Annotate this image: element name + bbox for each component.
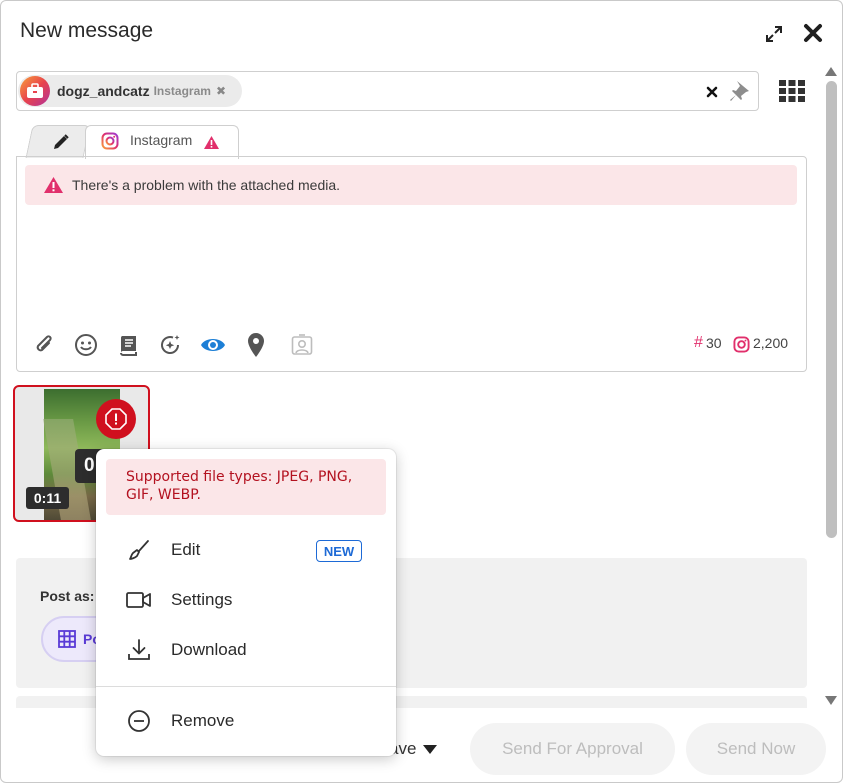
minus-circle-icon bbox=[126, 708, 152, 734]
menu-item-label: Remove bbox=[171, 711, 235, 730]
grid-menu-icon[interactable] bbox=[777, 77, 807, 105]
scrollbar-thumb[interactable] bbox=[826, 81, 837, 538]
warning-triangle-icon bbox=[203, 135, 219, 149]
grid-post-icon bbox=[57, 629, 77, 649]
library-book-icon[interactable] bbox=[114, 331, 142, 359]
character-count: 2,200 bbox=[753, 335, 789, 351]
close-icon[interactable] bbox=[801, 21, 825, 45]
paperclip-icon[interactable] bbox=[30, 331, 58, 359]
menu-item-settings[interactable]: Settings bbox=[96, 576, 396, 624]
menu-item-remove[interactable]: Remove bbox=[96, 697, 396, 745]
menu-divider bbox=[96, 686, 396, 687]
pencil-icon bbox=[49, 131, 73, 153]
smiley-icon[interactable] bbox=[72, 331, 100, 359]
dialog-title: New message bbox=[20, 19, 154, 42]
save-button[interactable]: ave bbox=[389, 739, 438, 759]
alert-warning-icon bbox=[44, 177, 63, 193]
profile-name: dogz_andcatz bbox=[57, 83, 150, 99]
profile-avatar bbox=[20, 76, 50, 106]
hashtag-count: 30 bbox=[706, 335, 722, 351]
menu-item-edit[interactable]: Edit NEW bbox=[96, 526, 396, 574]
hashtag-icon: # bbox=[694, 334, 703, 351]
profile-chip[interactable]: dogz_andcatz Instagram ✖ bbox=[18, 75, 242, 107]
location-pin-icon[interactable] bbox=[242, 331, 270, 359]
user-tag-icon[interactable] bbox=[288, 331, 316, 359]
menu-item-label: Settings bbox=[171, 590, 233, 609]
alert-text: There's a problem with the attached medi… bbox=[72, 177, 341, 193]
remove-profile-icon[interactable]: ✖ bbox=[216, 84, 226, 98]
error-octagon-icon bbox=[96, 399, 136, 439]
send-for-approval-button[interactable]: Send For Approval bbox=[470, 723, 675, 775]
profile-network: Instagram bbox=[153, 84, 211, 98]
video-camera-icon bbox=[126, 587, 152, 613]
ai-sparkle-icon[interactable] bbox=[156, 331, 184, 359]
preview-eye-icon[interactable] bbox=[198, 331, 228, 359]
brush-icon bbox=[126, 537, 152, 563]
expand-arrows-icon[interactable] bbox=[763, 23, 785, 45]
supported-types-notice: Supported file types: JPEG, PNG, GIF, WE… bbox=[106, 459, 386, 515]
pushpin-icon[interactable] bbox=[727, 77, 753, 105]
scroll-down-arrow-icon[interactable] bbox=[825, 692, 837, 710]
chevron-down-icon bbox=[423, 745, 438, 754]
download-icon bbox=[126, 637, 152, 663]
menu-item-label: Edit bbox=[171, 540, 201, 559]
send-now-button[interactable]: Send Now bbox=[686, 723, 826, 775]
instagram-icon bbox=[99, 131, 121, 151]
scroll-up-arrow-icon[interactable] bbox=[825, 63, 837, 81]
menu-item-download[interactable]: Download bbox=[96, 626, 396, 674]
video-duration: 0:11 bbox=[26, 487, 69, 509]
menu-item-label: Download bbox=[171, 640, 247, 659]
instagram-counter-icon bbox=[732, 335, 750, 353]
close-x-icon[interactable] bbox=[702, 83, 722, 101]
new-badge: NEW bbox=[316, 540, 362, 562]
post-as-label: Post as: bbox=[40, 588, 95, 604]
new-message-dialog: New message dogz_andcatz Instagram ✖ Ins… bbox=[0, 0, 843, 783]
tab-instagram-label: Instagram bbox=[130, 132, 193, 148]
media-problem-alert: There's a problem with the attached medi… bbox=[25, 165, 797, 205]
